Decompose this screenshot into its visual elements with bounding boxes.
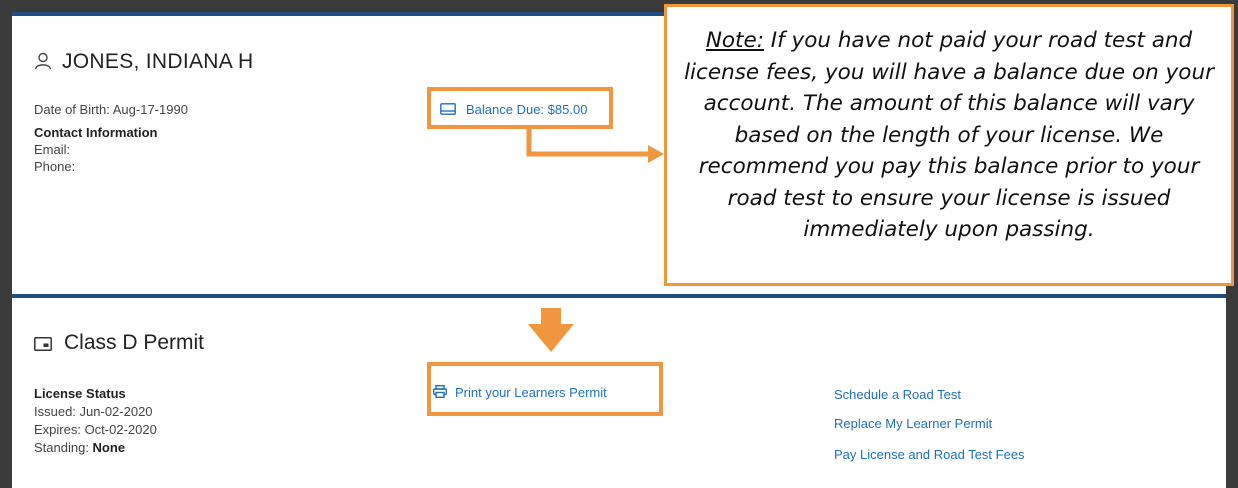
standing-value: None — [92, 440, 126, 455]
customer-name: JONES, INDIANA H — [62, 50, 254, 73]
permit-title: Class D Permit — [64, 331, 205, 354]
balance-highlight-box — [427, 87, 613, 129]
permit-title-heading: Class D Permit — [34, 331, 204, 355]
note-callout: Note: If you have not paid your road tes… — [664, 4, 1234, 286]
pay-fees-link[interactable]: Pay License and Road Test Fees — [834, 447, 1025, 462]
license-status-heading: License Status — [34, 386, 126, 401]
phone-label: Phone: — [34, 159, 76, 174]
email-label: Email: — [34, 142, 71, 157]
person-icon — [34, 52, 52, 70]
customer-name-heading: JONES, INDIANA H — [34, 50, 254, 74]
note-prefix: Note: — [705, 28, 764, 53]
note-text: If you have not paid your road test and … — [684, 28, 1214, 242]
date-of-birth: Date of Birth: Aug-17-1990 — [34, 102, 188, 117]
standing-row: Standing: None — [34, 440, 125, 455]
arrow-down-icon — [528, 308, 574, 352]
schedule-road-test-link[interactable]: Schedule a Road Test — [834, 387, 961, 402]
id-card-icon — [34, 337, 52, 351]
standing-label: Standing: — [34, 440, 93, 455]
print-highlight-box — [427, 362, 663, 416]
arrow-right-icon — [526, 126, 664, 163]
issued-date: Issued: Jun-02-2020 — [34, 404, 153, 419]
contact-info-heading: Contact Information — [34, 125, 158, 140]
expires-date: Expires: Oct-02-2020 — [34, 422, 157, 437]
replace-learner-permit-link[interactable]: Replace My Learner Permit — [834, 416, 992, 431]
